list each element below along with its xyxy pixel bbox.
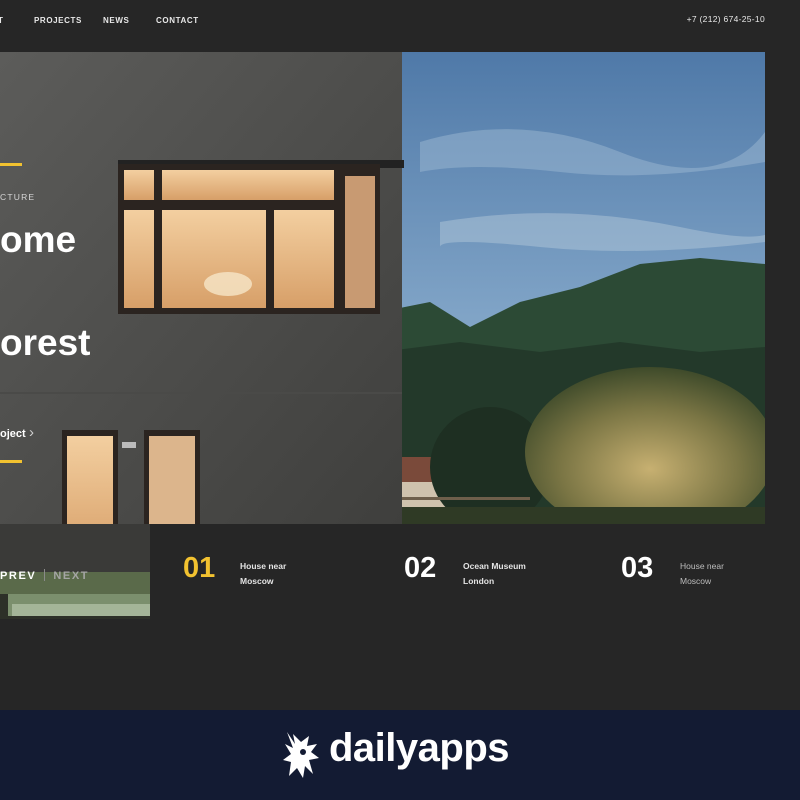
slide-pager: PREV NEXT (0, 569, 89, 582)
pager-divider (44, 569, 46, 581)
hero-image (0, 52, 765, 524)
nav-item-projects[interactable]: PROJECTS (34, 16, 82, 25)
next-button[interactable]: NEXT (53, 570, 89, 582)
top-nav: T PROJECTS NEWS CONTACT +7 (212) 674-25-… (0, 0, 800, 50)
brand-name: dailyapps (329, 726, 510, 770)
project-label: Ocean Museum London (463, 561, 526, 586)
projects-strip: 01 House near Moscow 02 Ocean Museum Lon… (150, 524, 800, 619)
hero-title-line-2: orest (0, 322, 91, 363)
project-label: House near Moscow (680, 561, 724, 586)
nav-item-about[interactable]: T (0, 16, 4, 25)
accent-line-top (0, 163, 22, 166)
project-number: 02 (404, 552, 437, 584)
hero-title-line-1: ome (0, 219, 77, 260)
project-number: 03 (621, 552, 654, 584)
prev-button[interactable]: PREV (0, 570, 36, 582)
project-category: CTURE (0, 192, 36, 202)
nav-item-news[interactable]: NEWS (103, 16, 129, 25)
nav-item-contact[interactable]: CONTACT (156, 16, 199, 25)
accent-line-bottom (0, 460, 22, 463)
phone-number[interactable]: +7 (212) 674-25-10 (687, 14, 765, 24)
unicorn-logo-icon (283, 732, 319, 778)
project-label: House near Moscow (240, 561, 287, 586)
view-project-link[interactable]: oject (0, 428, 26, 440)
chevron-right-icon[interactable]: › (29, 424, 34, 441)
project-number: 01 (183, 552, 216, 584)
house-photo (0, 52, 765, 524)
